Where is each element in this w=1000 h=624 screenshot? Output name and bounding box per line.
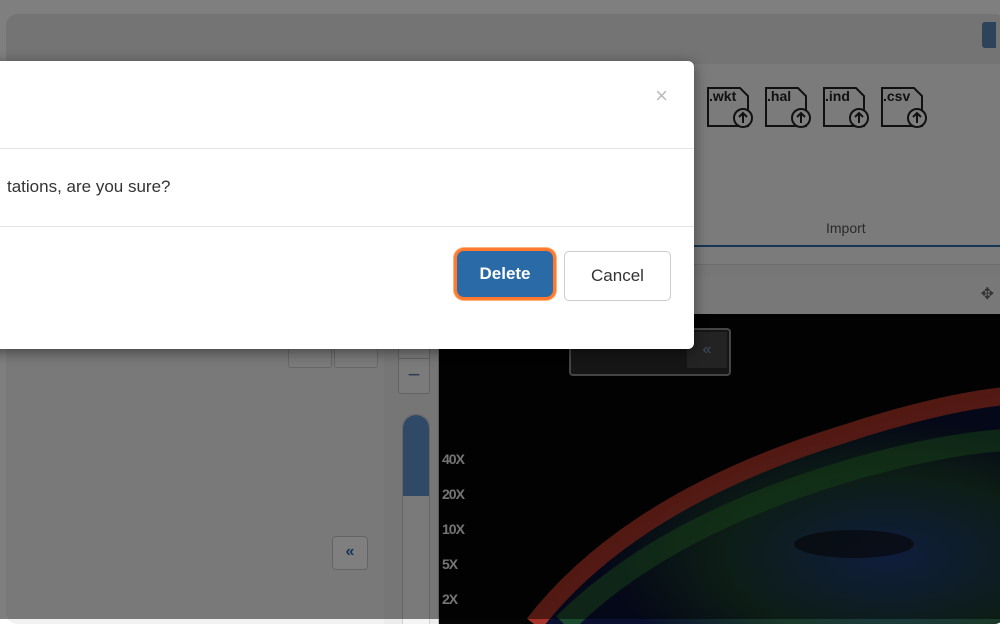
cancel-button[interactable]: Cancel — [564, 251, 671, 301]
confirmation-message: tations, are you sure? — [7, 177, 171, 196]
modal-header: × — [0, 61, 694, 149]
delete-button[interactable]: Delete — [454, 248, 556, 300]
delete-confirmation-dialog: × tations, are you sure? Delete Cancel — [0, 61, 694, 349]
close-icon[interactable]: × — [655, 83, 668, 109]
modal-footer: Delete Cancel — [0, 227, 694, 349]
modal-body: tations, are you sure? — [0, 149, 694, 227]
